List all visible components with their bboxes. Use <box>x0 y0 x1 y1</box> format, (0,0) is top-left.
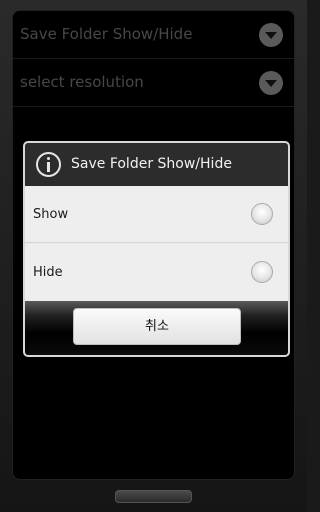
radio-button-show[interactable] <box>251 203 273 225</box>
option-label: Show <box>33 207 69 222</box>
dialog-title-bar: Save Folder Show/Hide <box>25 143 288 186</box>
option-hide[interactable]: Hide <box>25 244 288 301</box>
dialog-title: Save Folder Show/Hide <box>71 156 232 172</box>
home-key[interactable] <box>115 490 192 503</box>
radio-button-hide[interactable] <box>251 261 273 283</box>
option-show[interactable]: Show <box>25 186 288 243</box>
choice-dialog: Save Folder Show/Hide Show Hide 취소 <box>23 141 290 357</box>
dialog-button-bar: 취소 <box>25 301 288 355</box>
info-icon <box>36 152 61 177</box>
cancel-button[interactable]: 취소 <box>73 308 241 345</box>
option-label: Hide <box>33 265 63 280</box>
